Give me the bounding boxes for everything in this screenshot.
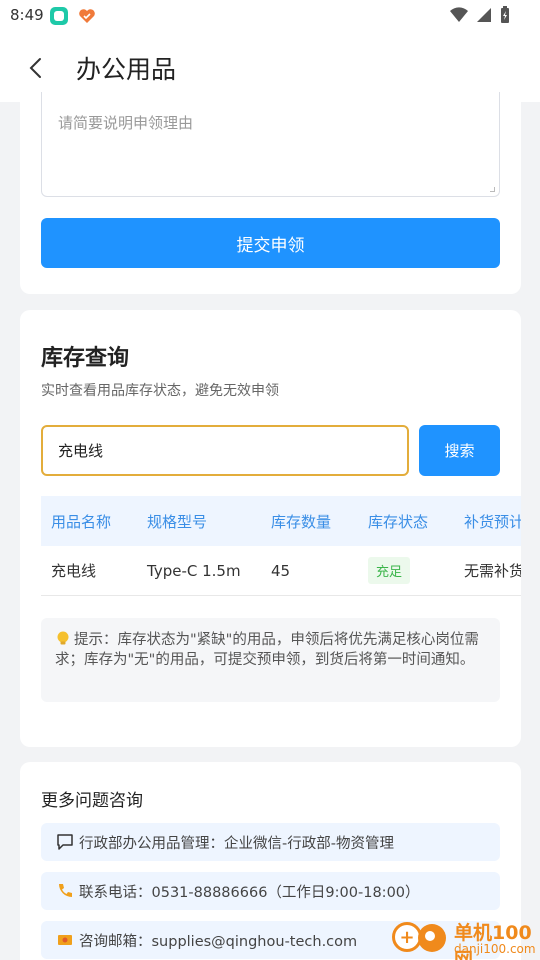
cell-qty: 45 xyxy=(271,561,291,580)
column-header-status: 库存状态 xyxy=(368,512,429,531)
mail-icon xyxy=(55,930,75,950)
tip-box: 提示：库存状态为"紧缺"的用品，申领后将优先满足核心岗位需求；库存为"无"的用品… xyxy=(41,618,500,702)
resize-grip-icon[interactable] xyxy=(490,187,495,192)
status-badge: 充足 xyxy=(368,557,411,584)
watermark-logo: + 单机100网 danji100.com xyxy=(388,916,540,960)
reason-placeholder: 请简要说明申领理由 xyxy=(58,114,194,132)
chevron-left-icon xyxy=(29,58,41,78)
watermark-url: danji100.com xyxy=(454,942,536,956)
cell-spec: Type-C 1.5m xyxy=(147,561,241,580)
table-header: 用品名称 规格型号 库存数量 库存状态 补货预计 xyxy=(41,496,521,546)
contact-phone-text: 联系电话：0531-88886666（工作日9:00-18:00） xyxy=(79,884,420,901)
apply-form-card: 请简要说明申领理由 提交申领 xyxy=(20,92,521,294)
submit-apply-button[interactable]: 提交申领 xyxy=(41,218,500,268)
cell-restock: 无需补货 xyxy=(464,562,521,580)
page-title: 办公用品 xyxy=(76,55,177,84)
lightbulb-icon xyxy=(57,631,69,645)
heart-notification-icon xyxy=(78,7,96,25)
status-time: 8:49 xyxy=(10,6,44,24)
app-notification-icon xyxy=(50,7,68,25)
contact-wecom[interactable]: 行政部办公用品管理：企业微信-行政部-物资管理 xyxy=(41,823,500,861)
stock-search-input[interactable]: 充电线 xyxy=(41,425,409,476)
battery-icon xyxy=(501,6,509,23)
watermark-circle-icon xyxy=(418,924,446,952)
signal-icon xyxy=(477,8,491,22)
table-row: 充电线 Type-C 1.5m 45 充足 无需补货 xyxy=(41,546,521,596)
contact-phone[interactable]: 联系电话：0531-88886666（工作日9:00-18:00） xyxy=(41,872,500,910)
column-header-name: 用品名称 xyxy=(51,512,112,531)
cell-name: 充电线 xyxy=(51,562,97,580)
contact-wecom-text: 行政部办公用品管理：企业微信-行政部-物资管理 xyxy=(79,835,394,852)
status-indicators xyxy=(450,6,510,24)
status-bar: 8:49 xyxy=(0,0,540,32)
search-button[interactable]: 搜索 xyxy=(419,425,500,476)
phone-icon xyxy=(55,881,75,901)
column-header-qty: 库存数量 xyxy=(271,512,332,531)
search-input-value: 充电线 xyxy=(58,442,104,460)
stock-query-subtitle: 实时查看用品库存状态，避免无效申领 xyxy=(41,383,279,399)
column-header-spec: 规格型号 xyxy=(147,512,208,531)
wifi-icon xyxy=(450,7,468,23)
chat-icon xyxy=(55,832,75,852)
column-header-restock: 补货预计 xyxy=(464,512,521,531)
faq-title: 更多问题咨询 xyxy=(41,791,143,811)
contact-email-text: 咨询邮箱：supplies@qinghou-tech.com xyxy=(79,933,358,950)
stock-query-card: 库存查询 实时查看用品库存状态，避免无效申领 充电线 搜索 用品名称 规格型号 … xyxy=(20,310,521,747)
reason-textarea[interactable]: 请简要说明申领理由 xyxy=(41,92,500,197)
stock-table: 用品名称 规格型号 库存数量 库存状态 补货预计 充电线 Type-C 1.5m… xyxy=(41,496,521,596)
stock-query-title: 库存查询 xyxy=(41,346,130,371)
tip-text: 提示：库存状态为"紧缺"的用品，申领后将优先满足核心岗位需求；库存为"无"的用品… xyxy=(55,632,479,668)
back-button[interactable] xyxy=(18,50,54,86)
cell-status: 充足 xyxy=(358,557,454,584)
